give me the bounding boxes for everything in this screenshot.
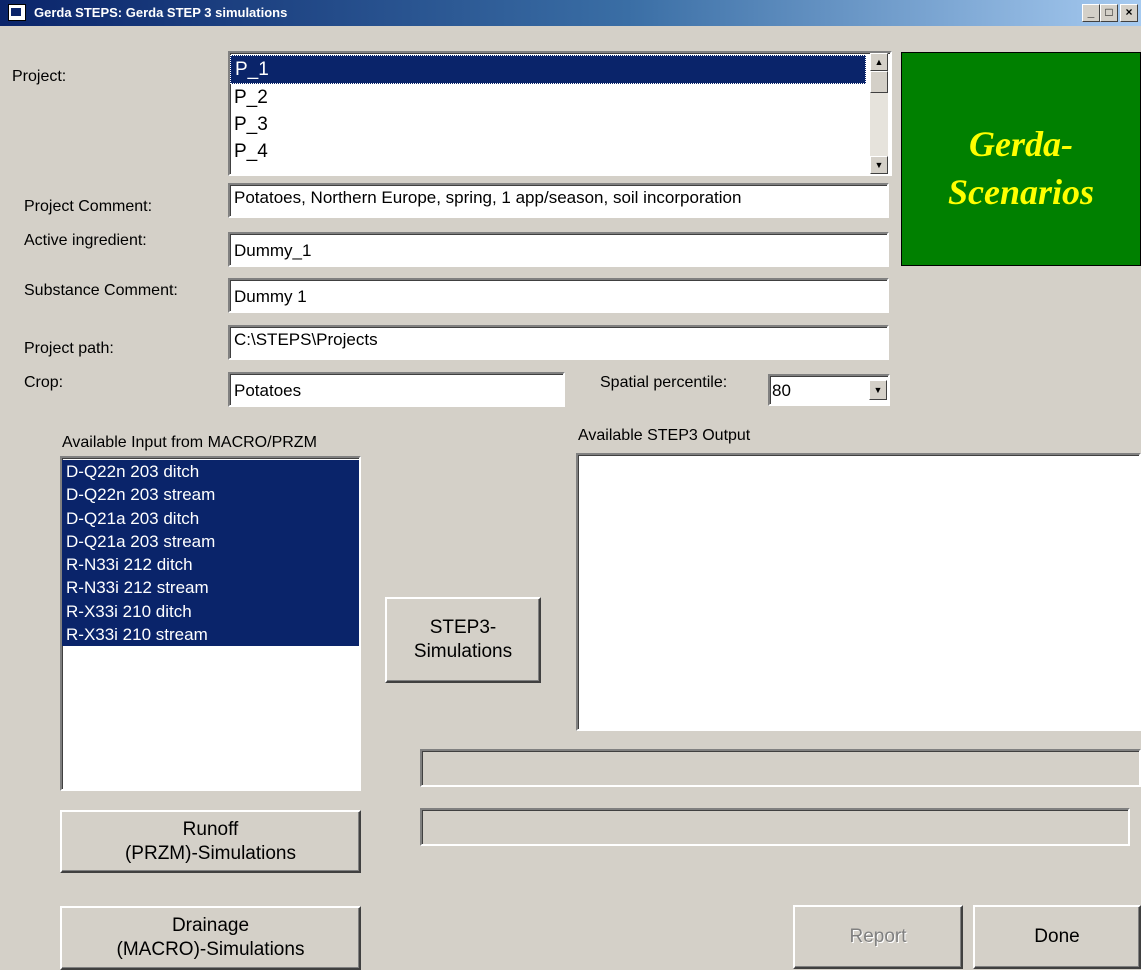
runoff-button-line2: (PRZM)-Simulations: [124, 842, 297, 864]
substance-comment-label: Substance Comment:: [24, 282, 178, 299]
brand-line2: Scenarios: [947, 172, 1095, 212]
output-list-label: Available STEP3 Output: [578, 427, 751, 444]
project-listbox[interactable]: P_1 P_2 P_3 P_4 ▲ ▼: [228, 51, 892, 176]
maximize-button[interactable]: □: [1100, 4, 1118, 22]
scroll-down-icon[interactable]: ▼: [870, 156, 888, 174]
substance-comment-field[interactable]: Dummy 1: [228, 278, 889, 313]
scroll-up-icon[interactable]: ▲: [870, 53, 888, 71]
project-label: Project:: [12, 68, 67, 85]
gerda-scenarios-logo: Gerda- Scenarios: [901, 52, 1141, 266]
project-item[interactable]: P_4: [230, 138, 866, 165]
output-listbox[interactable]: [576, 453, 1141, 731]
step3-button-line1: STEP3-: [429, 617, 497, 638]
list-item[interactable]: R-X33i 210 stream: [62, 623, 359, 647]
progress-bar-2: [420, 808, 1130, 846]
project-comment-field[interactable]: Potatoes, Northern Europe, spring, 1 app…: [228, 183, 889, 218]
drainage-button-line1: Drainage: [171, 915, 250, 936]
brand-line1: Gerda-: [969, 124, 1073, 164]
list-item[interactable]: R-X33i 210 ditch: [62, 599, 359, 624]
active-ingredient-label: Active ingredient:: [24, 232, 147, 249]
input-list-label: Available Input from MACRO/PRZM: [62, 434, 317, 451]
project-item[interactable]: P_2: [230, 84, 866, 111]
drainage-button-line2: (MACRO)-Simulations: [116, 939, 305, 960]
progress-bar-1: [420, 749, 1141, 787]
runoff-button-line1: Runoff: [182, 818, 239, 840]
list-item[interactable]: D-Q22n 203 stream: [62, 483, 359, 507]
spatial-percentile-value: 80: [772, 381, 791, 400]
close-button[interactable]: ×: [1120, 4, 1138, 22]
project-item[interactable]: P_3: [230, 111, 866, 138]
list-item[interactable]: R-N33i 212 ditch: [62, 553, 359, 577]
crop-field[interactable]: Potatoes: [228, 372, 565, 407]
scroll-thumb[interactable]: [870, 71, 888, 93]
drainage-simulations-button[interactable]: Drainage (MACRO)-Simulations: [60, 906, 361, 970]
spatial-percentile-label: Spatial percentile:: [600, 374, 728, 391]
title-bar[interactable]: Gerda STEPS: Gerda STEP 3 simulations _ …: [0, 0, 1141, 26]
list-item[interactable]: D-Q21a 203 ditch: [62, 506, 359, 530]
project-scrollbar[interactable]: ▲ ▼: [870, 53, 888, 174]
list-item[interactable]: D-Q22n 203 ditch: [62, 460, 359, 484]
report-button[interactable]: Report: [793, 905, 963, 969]
step3-button-line2: Simulations: [413, 641, 513, 662]
app-icon[interactable]: [8, 4, 26, 21]
project-item[interactable]: P_1: [230, 55, 866, 84]
list-item[interactable]: R-N33i 212 stream: [62, 576, 359, 600]
project-comment-label: Project Comment:: [24, 198, 153, 215]
chevron-down-icon[interactable]: ▼: [869, 380, 887, 400]
active-ingredient-field[interactable]: Dummy_1: [228, 232, 889, 267]
list-item[interactable]: D-Q21a 203 stream: [62, 529, 359, 554]
crop-label: Crop:: [24, 374, 64, 391]
spatial-percentile-select[interactable]: 80 ▼: [768, 374, 890, 406]
step3-simulations-button[interactable]: STEP3- Simulations: [385, 597, 541, 683]
done-button[interactable]: Done: [973, 905, 1141, 969]
runoff-simulations-button[interactable]: Runoff (PRZM)-Simulations: [60, 810, 361, 873]
input-listbox[interactable]: D-Q22n 203 ditch D-Q22n 203 stream D-Q21…: [60, 456, 361, 791]
project-list: P_1 P_2 P_3 P_4: [230, 55, 866, 165]
minimize-button[interactable]: _: [1082, 4, 1100, 22]
project-path-field[interactable]: C:\STEPS\Projects: [228, 325, 889, 360]
input-list: D-Q22n 203 ditch D-Q22n 203 stream D-Q21…: [62, 460, 359, 647]
window-title: Gerda STEPS: Gerda STEP 3 simulations: [34, 5, 288, 20]
project-path-label: Project path:: [24, 340, 114, 357]
